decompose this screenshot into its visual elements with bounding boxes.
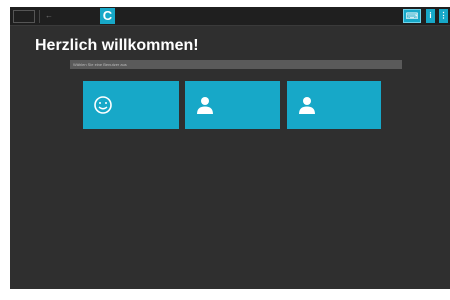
customer-logo (13, 10, 35, 23)
user-icon (197, 97, 213, 114)
user-tile-2[interactable] (185, 81, 280, 129)
welcome-title: Herzlich willkommen! (35, 37, 199, 54)
arrow-left-icon[interactable]: ← (44, 11, 54, 21)
divider (39, 10, 40, 23)
user-icon (299, 97, 315, 114)
app-screen: ← C ⌨ i ⋮ Herzlich willkommen! Wählen Si… (10, 7, 450, 289)
info-button[interactable]: i (426, 9, 435, 23)
select-user-hint: Wählen Sie eine Benutzer aus (70, 60, 402, 69)
brand-logo[interactable]: C (100, 8, 115, 24)
top-bar: ← C ⌨ i ⋮ (10, 7, 450, 26)
user-tile-1[interactable] (83, 81, 179, 129)
smiley-icon (94, 96, 112, 114)
keyboard-icon: ⌨ (405, 11, 419, 21)
outer-frame: ← C ⌨ i ⋮ Herzlich willkommen! Wählen Si… (0, 0, 450, 300)
user-tile-3[interactable] (287, 81, 381, 129)
keyboard-button[interactable]: ⌨ (403, 9, 421, 23)
more-menu-button[interactable]: ⋮ (439, 9, 448, 23)
